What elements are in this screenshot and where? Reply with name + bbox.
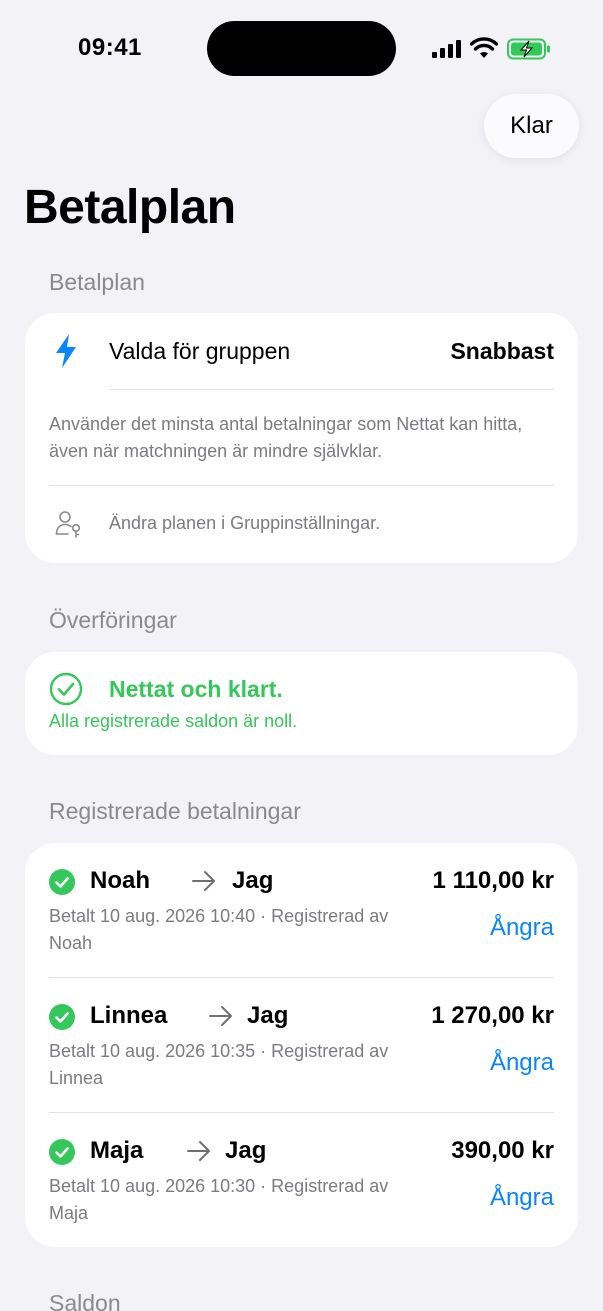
section-header-transfers: Överföringar <box>49 607 177 633</box>
undo-button[interactable]: Ångra <box>490 914 554 942</box>
payment-amount: 1 270,00 kr <box>431 1002 554 1029</box>
payment-amount: 1 110,00 kr <box>432 867 554 894</box>
check-circle-icon <box>49 672 83 706</box>
netted-status-title: Nettat och klart. <box>109 676 283 702</box>
check-filled-icon <box>49 1139 75 1165</box>
arrow-right-icon <box>209 1006 232 1026</box>
payment-from: Noah <box>90 867 150 894</box>
plan-row-value: Snabbast <box>450 338 554 364</box>
payment-row: Linnea Jag 1 270,00 kr Betalt 10 aug. 20… <box>25 978 578 1113</box>
payment-row: Maja Jag 390,00 kr Betalt 10 aug. 2026 1… <box>25 1113 578 1248</box>
cellular-signal-icon <box>432 40 461 58</box>
payment-row: Noah Jag 1 110,00 kr Betalt 10 aug. 2026… <box>25 843 578 978</box>
payment-meta: Betalt 10 aug. 2026 10:35 · Registrerad … <box>49 1041 389 1088</box>
check-filled-icon <box>49 869 75 895</box>
check-filled-icon <box>49 1004 75 1030</box>
settings-hint: Ändra planen i Gruppinställningar. <box>109 513 381 533</box>
payment-to: Jag <box>232 867 274 894</box>
section-header-plan: Betalplan <box>49 269 145 295</box>
payment-from: Linnea <box>90 1002 168 1029</box>
divider <box>49 485 554 486</box>
plan-card: Valda för gruppen Snabbast Använder det … <box>25 313 578 563</box>
battery-charging-icon <box>507 38 550 60</box>
bolt-icon <box>56 334 76 368</box>
section-header-payments: Registrerade betalningar <box>49 798 301 824</box>
payments-card: Noah Jag 1 110,00 kr Betalt 10 aug. 2026… <box>25 843 578 1247</box>
dynamic-island <box>207 21 396 76</box>
undo-button[interactable]: Ångra <box>490 1184 554 1212</box>
payment-to: Jag <box>225 1137 267 1164</box>
status-bar: 09:41 <box>0 0 603 96</box>
undo-button[interactable]: Ångra <box>490 1049 554 1077</box>
page-title: Betalplan <box>24 181 236 234</box>
wifi-icon <box>470 37 498 58</box>
arrow-right-icon <box>187 1141 210 1161</box>
payment-from: Maja <box>90 1137 144 1164</box>
done-button[interactable]: Klar <box>484 94 579 158</box>
transfers-card: Nettat och klart. Alla registrerade sald… <box>25 652 578 755</box>
status-time: 09:41 <box>78 34 142 61</box>
arrow-right-icon <box>192 871 215 891</box>
payment-meta: Betalt 10 aug. 2026 10:40 · Registrerad … <box>49 906 389 953</box>
netted-status-subtitle: Alla registrerade saldon är noll. <box>49 711 298 731</box>
payment-meta: Betalt 10 aug. 2026 10:30 · Registrerad … <box>49 1176 389 1223</box>
section-header-balances: Saldon <box>49 1290 121 1311</box>
divider <box>109 389 554 390</box>
payment-to: Jag <box>247 1002 289 1029</box>
plan-row-label: Valda för gruppen <box>109 338 291 364</box>
payment-amount: 390,00 kr <box>451 1137 554 1164</box>
plan-description: Använder det minsta antal betalningar so… <box>49 414 523 461</box>
person-key-icon <box>55 511 81 538</box>
plan-selection-row[interactable]: Valda för gruppen Snabbast <box>25 313 578 389</box>
